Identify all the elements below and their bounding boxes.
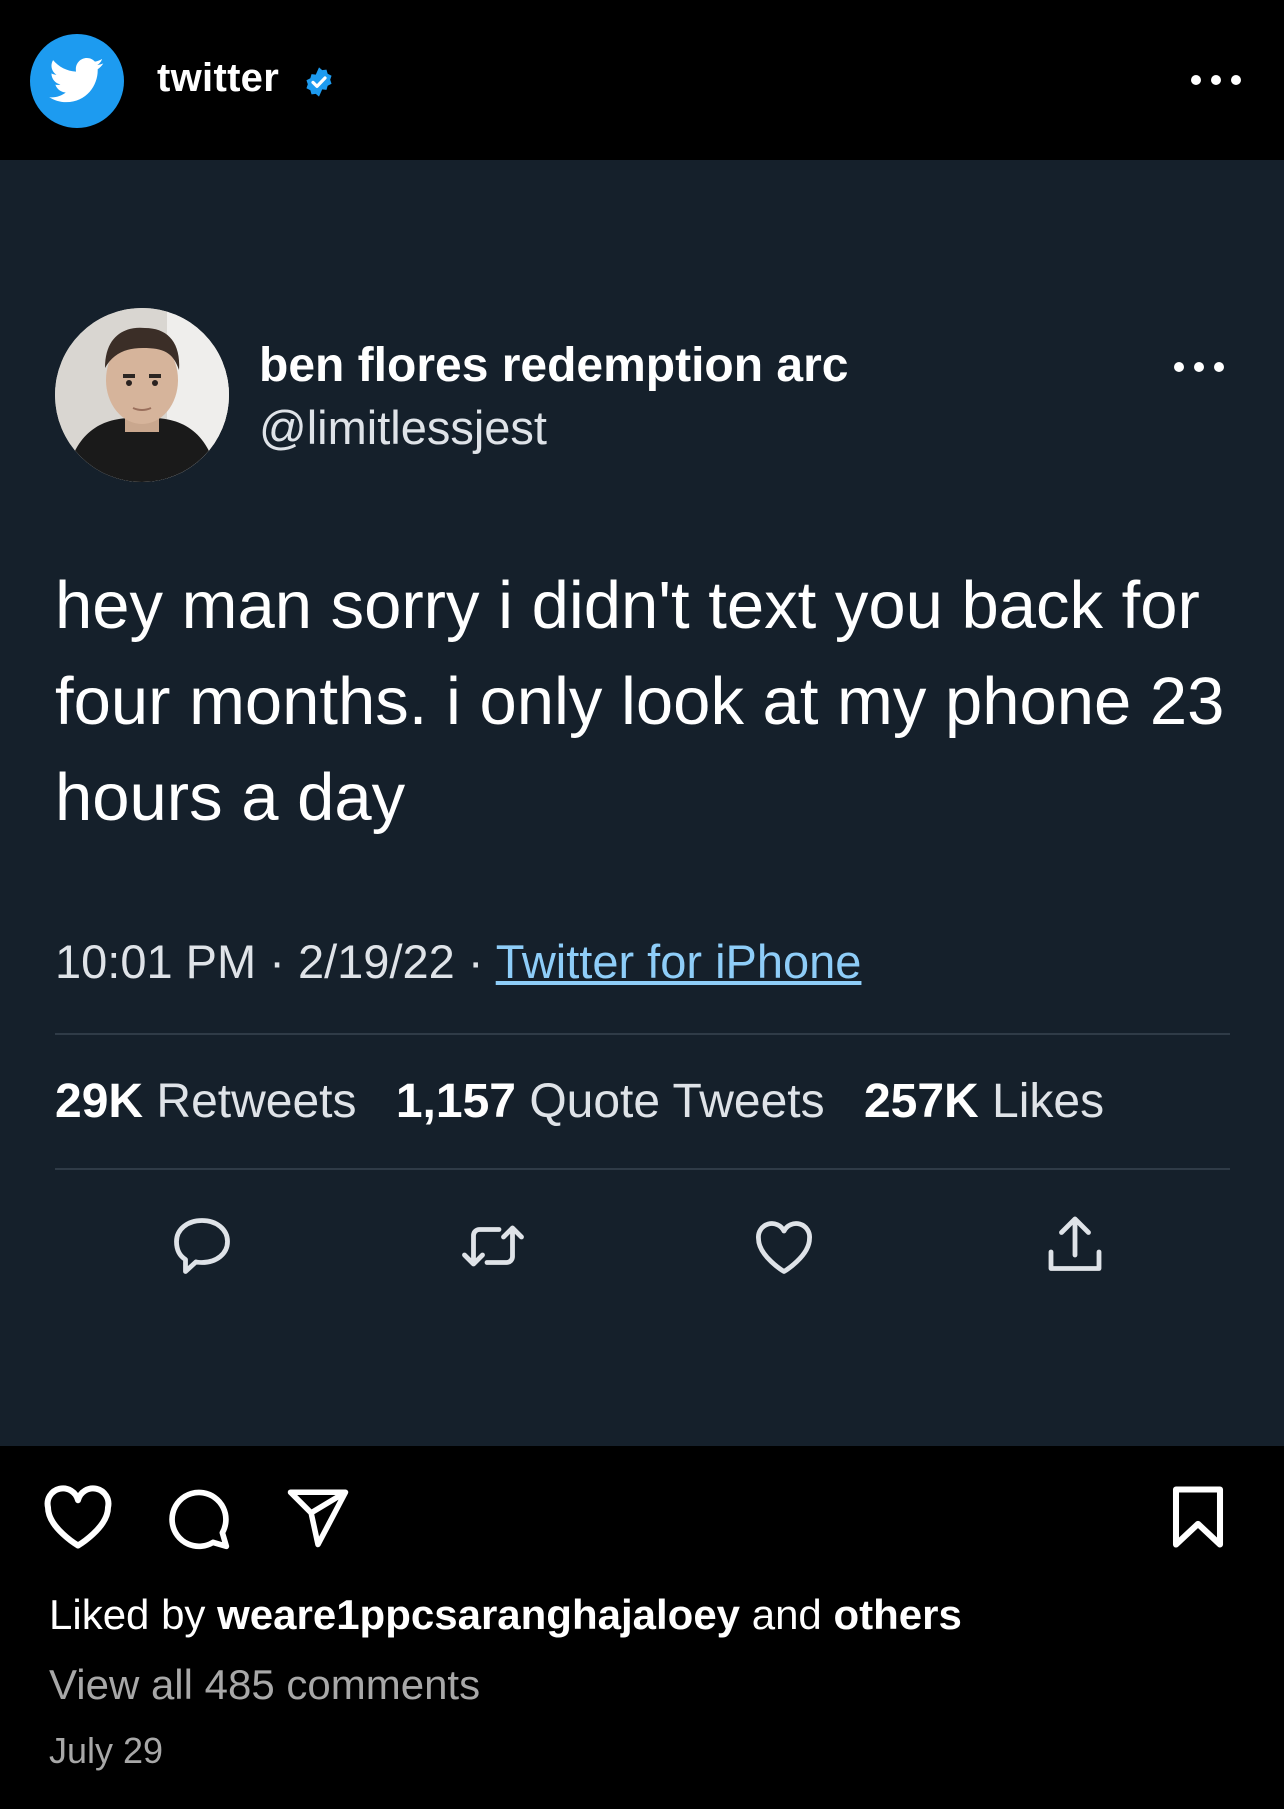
send-icon[interactable] xyxy=(284,1484,352,1550)
retweets-count: 29K xyxy=(55,1075,144,1128)
tweet-meta: 10:01 PM · 2/19/22 · Twitter for iPhone xyxy=(55,934,861,989)
like-icon[interactable] xyxy=(748,1210,820,1282)
retweets-stat[interactable]: 29K Retweets xyxy=(55,1075,357,1128)
bookmark-icon[interactable] xyxy=(1168,1484,1228,1550)
tweet-time: 10:01 PM xyxy=(55,935,257,988)
quotes-label: Quote Tweets xyxy=(529,1075,825,1128)
divider xyxy=(55,1033,1230,1035)
post-username[interactable]: twitter xyxy=(157,56,279,101)
verified-badge-icon xyxy=(306,67,332,97)
tweet-more-icon[interactable] xyxy=(1172,356,1226,378)
author-photo xyxy=(55,308,229,482)
likes-stat[interactable]: 257K Likes xyxy=(864,1075,1104,1128)
likes-label: Likes xyxy=(992,1075,1105,1128)
tweet-source-link[interactable]: Twitter for iPhone xyxy=(496,935,862,988)
tweet-text: hey man sorry i didn't text you back for… xyxy=(55,568,1225,835)
liked-and: and xyxy=(751,1591,822,1638)
tweet-stats: 29K Retweets 1,157 Quote Tweets 257K Lik… xyxy=(55,1074,1130,1129)
view-comments-link[interactable]: View all 485 comments xyxy=(49,1661,480,1709)
liked-by: Liked by weare1ppcsaranghajaloey and oth… xyxy=(49,1591,962,1639)
post-header: twitter xyxy=(0,0,1284,160)
post-actions xyxy=(0,1446,1284,1576)
retweet-icon[interactable] xyxy=(457,1210,529,1282)
likes-count: 257K xyxy=(863,1075,979,1128)
reply-icon[interactable] xyxy=(166,1210,238,1282)
liked-prefix: Liked by xyxy=(49,1591,206,1638)
twitter-bird-icon xyxy=(49,58,104,103)
tweet-author-avatar[interactable] xyxy=(55,308,229,482)
meta-separator: · xyxy=(467,935,484,988)
comment-icon[interactable] xyxy=(164,1484,232,1552)
heart-icon[interactable] xyxy=(42,1484,114,1550)
meta-separator: · xyxy=(269,935,285,988)
quotes-count: 1,157 xyxy=(395,1075,516,1128)
retweets-label: Retweets xyxy=(156,1075,357,1128)
divider xyxy=(55,1168,1230,1170)
post-date: July 29 xyxy=(49,1730,164,1771)
tweet-display-name[interactable]: ben flores redemption arc xyxy=(259,338,848,393)
tweet-handle[interactable]: @limitlessjest xyxy=(259,400,547,455)
more-horizontal-icon[interactable] xyxy=(1188,66,1244,94)
share-icon[interactable] xyxy=(1039,1210,1111,1282)
tweet-date: 2/19/22 xyxy=(297,935,455,988)
twitter-avatar[interactable] xyxy=(30,34,124,128)
liked-others-link[interactable]: others xyxy=(833,1591,961,1638)
quotes-stat[interactable]: 1,157 Quote Tweets xyxy=(396,1075,825,1128)
liked-user-link[interactable]: weare1ppcsaranghajaloey xyxy=(217,1591,740,1638)
tweet-card: ben flores redemption arc @limitlessjest… xyxy=(0,160,1284,1446)
